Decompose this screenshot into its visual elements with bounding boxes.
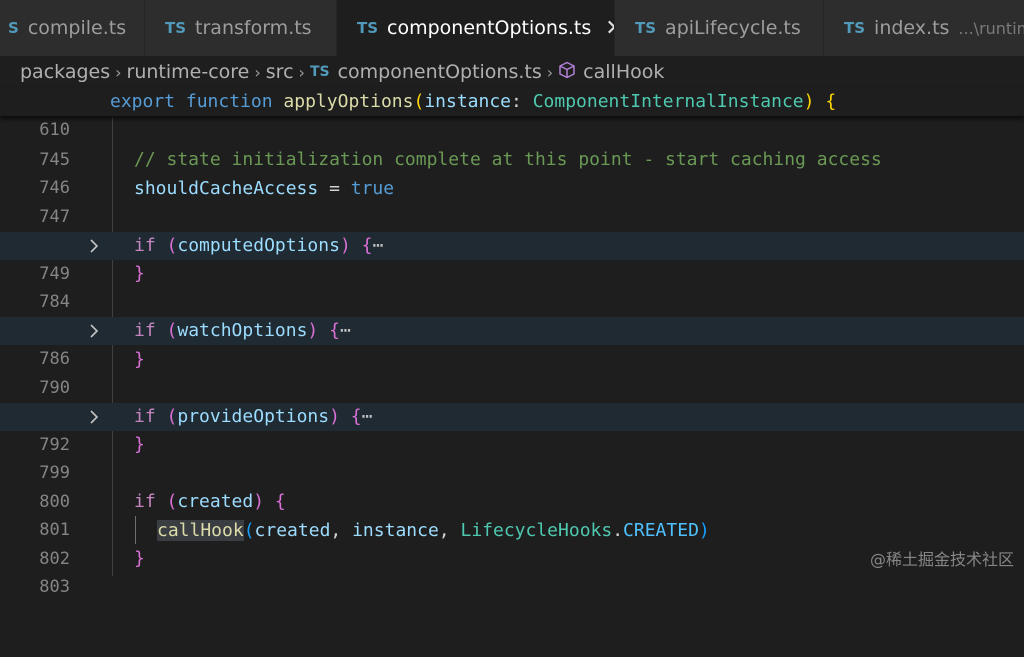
tab-label: compile.ts xyxy=(28,17,126,39)
code-line[interactable]: 746 // state initialization complete at … xyxy=(0,146,1024,174)
line-number: 610 xyxy=(0,116,70,144)
chevron-right-icon: › xyxy=(254,63,260,82)
code-text: } xyxy=(134,346,145,374)
code-text: } xyxy=(134,545,145,573)
breadcrumb-item-file[interactable]: componentOptions.ts xyxy=(338,61,542,83)
code-text: if (watchOptions) {⋯ xyxy=(134,317,351,345)
code-line[interactable]: 745 xyxy=(0,118,1024,146)
code-line[interactable]: 748 xyxy=(0,203,1024,231)
line-number: 803 xyxy=(0,573,70,601)
typescript-file-icon: TS xyxy=(165,19,186,37)
tab-label: transform.ts xyxy=(195,17,312,39)
breadcrumb-item-packages[interactable]: packages xyxy=(20,61,110,83)
typescript-file-icon: TS xyxy=(357,19,378,37)
code-text: if (computedOptions) {⋯ xyxy=(134,232,383,260)
close-icon[interactable]: ✕ xyxy=(605,16,615,41)
tab-compile-ts[interactable]: S compile.ts xyxy=(0,0,145,56)
tab-transform-ts[interactable]: TS transform.ts xyxy=(145,0,337,56)
code-line-folded[interactable]: 786 if (watchOptions) {⋯ xyxy=(0,317,1024,345)
typescript-file-icon: TS xyxy=(310,64,330,80)
editor-tab-bar: S compile.ts TS transform.ts TS componen… xyxy=(0,0,1024,56)
code-line[interactable]: 799 } xyxy=(0,431,1024,459)
tab-label: index.ts xyxy=(874,17,949,39)
tab-index-ts[interactable]: TS index.ts ...\runtime xyxy=(824,0,1024,56)
method-symbol-icon xyxy=(558,61,576,84)
code-line[interactable]: 802 callHook(created, instance, Lifecycl… xyxy=(0,517,1024,545)
code-text: if (created) { xyxy=(134,488,286,516)
chevron-right-icon: › xyxy=(299,63,305,82)
breadcrumb-item-runtime-core[interactable]: runtime-core xyxy=(127,61,250,83)
code-text: } xyxy=(134,260,145,288)
breadcrumb-item-symbol[interactable]: callHook xyxy=(583,61,664,83)
chevron-right-icon: › xyxy=(115,63,121,82)
code-line[interactable]: 784 } xyxy=(0,260,1024,288)
typescript-file-icon: TS xyxy=(844,19,865,37)
sticky-scroll-header[interactable]: 610 export function applyOptions(instanc… xyxy=(0,88,1024,116)
chevron-right-icon: › xyxy=(547,63,553,82)
code-line-sticky[interactable]: 610 export function applyOptions(instanc… xyxy=(0,88,1024,116)
ellipsis-icon: ⋯ xyxy=(372,235,383,256)
chevron-right-icon[interactable] xyxy=(86,232,102,260)
tab-label: apiLifecycle.ts xyxy=(665,17,801,39)
code-line[interactable]: 785 xyxy=(0,289,1024,317)
code-text: // state initialization complete at this… xyxy=(134,146,882,174)
code-text: shouldCacheAccess = true xyxy=(134,175,394,203)
code-line-folded[interactable]: 749 if (computedOptions) {⋯ xyxy=(0,232,1024,260)
tab-apilifecycle-ts[interactable]: TS apiLifecycle.ts xyxy=(615,0,824,56)
code-editor[interactable]: 745 746 // state initialization complete… xyxy=(0,117,1024,576)
code-text: callHook(created, instance, LifecycleHoo… xyxy=(157,517,710,545)
code-line[interactable]: 790 } xyxy=(0,346,1024,374)
chevron-right-icon[interactable] xyxy=(86,403,102,431)
ellipsis-icon: ⋯ xyxy=(340,320,351,341)
chevron-right-icon[interactable] xyxy=(86,317,102,345)
tab-path-hint: ...\runtime xyxy=(958,19,1024,38)
code-line[interactable]: 747 shouldCacheAccess = true xyxy=(0,175,1024,203)
watermark: @稀土掘金技术社区 xyxy=(870,546,1014,570)
code-text: if (provideOptions) {⋯ xyxy=(134,403,372,431)
tab-componentoptions-ts[interactable]: TS componentOptions.ts ✕ xyxy=(337,0,615,56)
breadcrumb-item-src[interactable]: src xyxy=(266,61,294,83)
tab-label: componentOptions.ts xyxy=(387,17,591,39)
code-line[interactable]: 801 if (created) { xyxy=(0,488,1024,516)
code-text: export function applyOptions(instance: C… xyxy=(110,88,836,116)
breadcrumb: packages › runtime-core › src › TS compo… xyxy=(0,56,1024,88)
code-line[interactable]: 800 xyxy=(0,460,1024,488)
highlighted-symbol: callHook xyxy=(157,520,244,541)
typescript-file-icon: TS xyxy=(635,19,656,37)
code-text: } xyxy=(134,431,145,459)
code-line[interactable]: 791 xyxy=(0,374,1024,402)
typescript-file-icon: S xyxy=(8,19,19,37)
ellipsis-icon: ⋯ xyxy=(362,406,373,427)
code-line-folded[interactable]: 792 if (provideOptions) {⋯ xyxy=(0,403,1024,431)
